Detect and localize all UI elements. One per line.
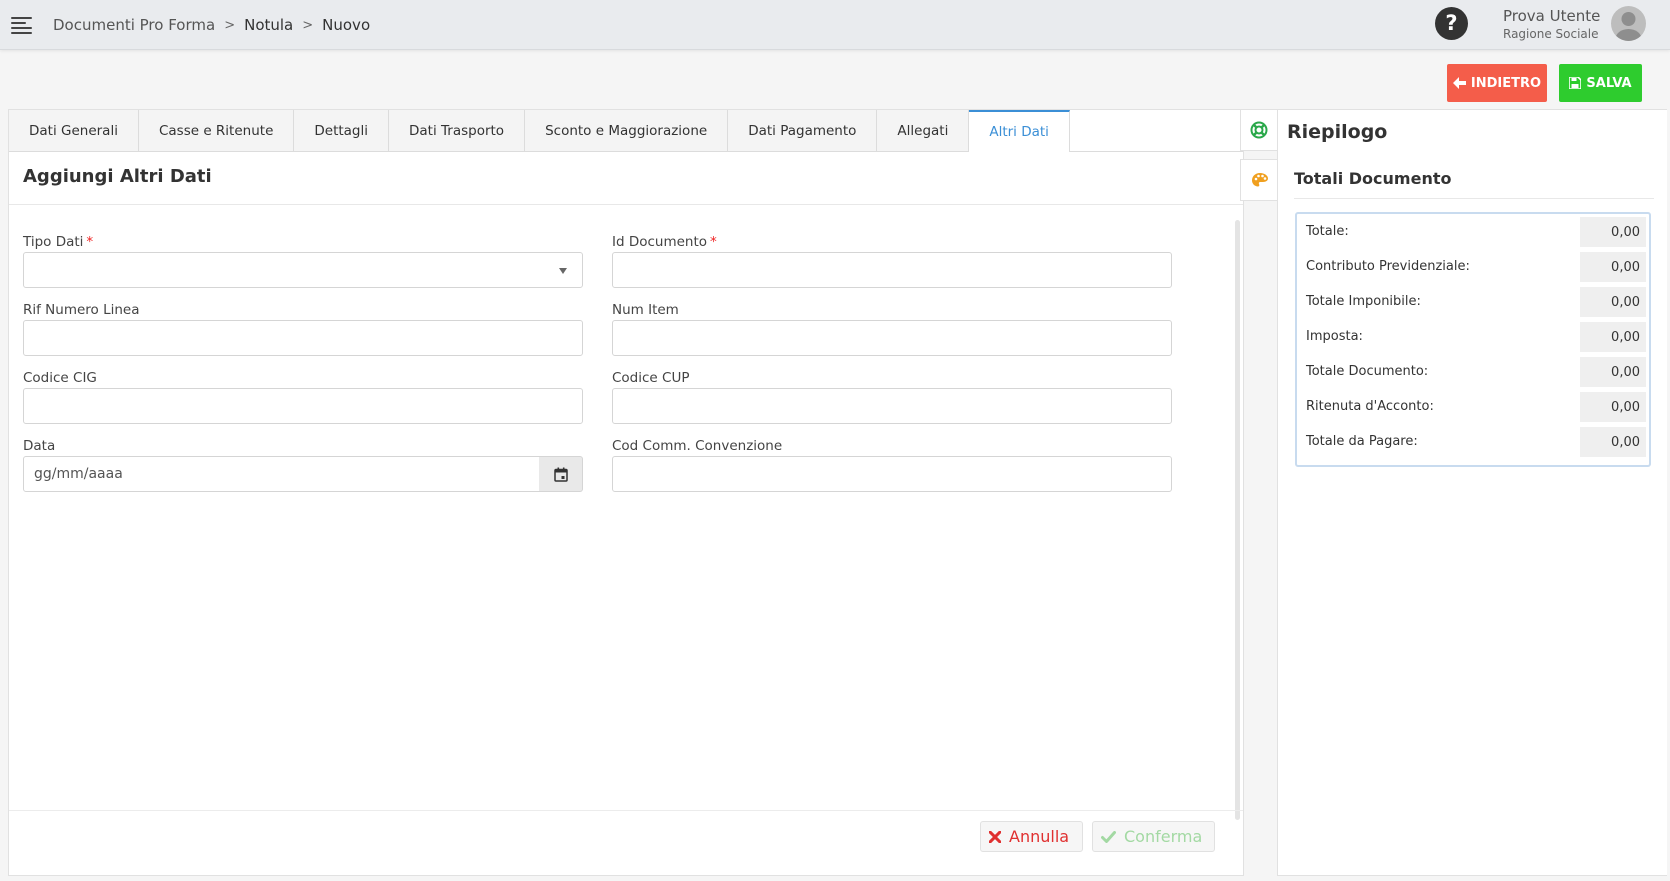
- totals-row-totale-documento: Totale Documento: 0,00: [1297, 354, 1649, 388]
- totals-row-label: Totale da Pagare:: [1306, 434, 1418, 449]
- tipo-dati-label: Tipo Dati *: [23, 234, 93, 250]
- breadcrumb-item-documenti[interactable]: Documenti Pro Forma: [53, 16, 215, 34]
- rif-numero-linea-label: Rif Numero Linea: [23, 302, 140, 318]
- user-name[interactable]: Prova Utente: [1503, 7, 1600, 25]
- totals-title: Totali Documento: [1294, 169, 1452, 188]
- side-tab-palette[interactable]: [1240, 159, 1278, 201]
- confirm-button-label: Conferma: [1124, 827, 1203, 846]
- totals-row-totale-da-pagare: Totale da Pagare: 0,00: [1297, 424, 1649, 458]
- tab-bar: Dati Generali Casse e Ritenute Dettagli …: [9, 110, 1243, 152]
- num-item-label: Num Item: [612, 302, 679, 318]
- hamburger-menu-icon[interactable]: [11, 17, 32, 34]
- totals-row-label: Totale Imponibile:: [1306, 294, 1421, 309]
- breadcrumb-chevron-icon: >: [302, 17, 314, 33]
- codice-cup-input[interactable]: [612, 388, 1172, 424]
- totals-row-totale-imponibile: Totale Imponibile: 0,00: [1297, 284, 1649, 318]
- top-bar: Documenti Pro Forma > Notula > Nuovo ? P…: [0, 0, 1670, 50]
- divider: [9, 810, 1243, 811]
- breadcrumb-item-notula[interactable]: Notula: [244, 16, 293, 34]
- arrow-left-icon: [1452, 77, 1466, 89]
- totals-row-contributo-previdenziale: Contributo Previdenziale: 0,00: [1297, 249, 1649, 283]
- totals-row-ritenuta-acconto: Ritenuta d'Acconto: 0,00: [1297, 389, 1649, 423]
- cancel-button[interactable]: Annulla: [980, 821, 1083, 852]
- calendar-icon: [553, 467, 568, 482]
- breadcrumb: Documenti Pro Forma > Notula > Nuovo: [53, 16, 370, 34]
- side-tab-riepilogo[interactable]: [1240, 109, 1278, 151]
- tipo-dati-select[interactable]: [23, 252, 583, 288]
- divider: [1294, 198, 1654, 199]
- breadcrumb-chevron-icon: >: [224, 17, 236, 33]
- codice-cup-label: Codice CUP: [612, 370, 690, 386]
- lifebuoy-icon: [1250, 121, 1268, 139]
- divider: [9, 204, 1243, 205]
- cancel-button-label: Annulla: [1009, 827, 1070, 846]
- required-marker: *: [710, 234, 717, 250]
- back-button[interactable]: INDIETRO: [1447, 64, 1547, 102]
- tab-dati-pagamento[interactable]: Dati Pagamento: [728, 110, 878, 151]
- summary-title: Riepilogo: [1287, 121, 1388, 143]
- codice-cig-label: Codice CIG: [23, 370, 97, 386]
- tab-casse-e-ritenute[interactable]: Casse e Ritenute: [138, 110, 295, 151]
- save-button[interactable]: SALVA: [1559, 64, 1642, 102]
- main-panel: Dati Generali Casse e Ritenute Dettagli …: [8, 109, 1244, 876]
- palette-icon: [1251, 173, 1268, 187]
- check-icon: [1101, 830, 1116, 843]
- save-button-label: SALVA: [1586, 75, 1632, 91]
- tipo-dati-label-text: Tipo Dati: [23, 234, 84, 250]
- tab-dati-generali[interactable]: Dati Generali: [9, 110, 139, 151]
- num-item-input[interactable]: [612, 320, 1172, 356]
- totals-row-value: 0,00: [1580, 322, 1646, 352]
- summary-panel: Riepilogo Totali Documento Totale: 0,00 …: [1277, 109, 1667, 876]
- totals-row-label: Ritenuta d'Acconto:: [1306, 399, 1434, 414]
- totals-row-totale: Totale: 0,00: [1297, 214, 1649, 248]
- totals-row-value: 0,00: [1580, 287, 1646, 317]
- dropdown-arrow-icon[interactable]: [559, 268, 567, 274]
- id-documento-label-text: Id Documento: [612, 234, 708, 250]
- user-company: Ragione Sociale: [1503, 27, 1599, 41]
- totals-row-label: Contributo Previdenziale:: [1306, 259, 1470, 274]
- cod-comm-convenzione-label: Cod Comm. Convenzione: [612, 438, 783, 454]
- tab-dati-trasporto[interactable]: Dati Trasporto: [389, 110, 526, 151]
- totals-row-label: Totale Documento:: [1306, 364, 1429, 379]
- id-documento-label: Id Documento *: [612, 234, 717, 250]
- cod-comm-convenzione-input[interactable]: [612, 456, 1172, 492]
- totals-row-imposta: Imposta: 0,00: [1297, 319, 1649, 353]
- totals-row-value: 0,00: [1580, 217, 1646, 247]
- date-input[interactable]: [23, 456, 540, 492]
- avatar[interactable]: [1611, 6, 1646, 41]
- totals-row-value: 0,00: [1580, 252, 1646, 282]
- scrollbar[interactable]: [1235, 220, 1240, 820]
- back-button-label: INDIETRO: [1470, 75, 1542, 91]
- required-marker: *: [86, 234, 94, 250]
- id-documento-input[interactable]: [612, 252, 1172, 288]
- totals-row-label: Imposta:: [1306, 329, 1363, 344]
- data-label: Data: [23, 438, 56, 454]
- tab-dettagli[interactable]: Dettagli: [294, 110, 390, 151]
- tab-sconto-e-maggiorazione[interactable]: Sconto e Maggiorazione: [525, 110, 729, 151]
- tab-altri-dati[interactable]: Altri Dati: [969, 110, 1070, 152]
- floppy-disk-icon: [1569, 77, 1582, 89]
- user-avatar-icon: [1615, 12, 1642, 41]
- close-icon: [989, 830, 1001, 843]
- page-title: Aggiungi Altri Dati: [23, 166, 212, 187]
- confirm-button[interactable]: Conferma: [1092, 821, 1215, 852]
- codice-cig-input[interactable]: [23, 388, 583, 424]
- totals-table: Totale: 0,00 Contributo Previdenziale: 0…: [1295, 212, 1651, 467]
- calendar-button[interactable]: [539, 456, 583, 492]
- totals-row-value: 0,00: [1580, 357, 1646, 387]
- help-icon[interactable]: ?: [1435, 7, 1468, 40]
- totals-row-value: 0,00: [1580, 392, 1646, 422]
- tab-allegati[interactable]: Allegati: [877, 110, 970, 151]
- rif-numero-linea-input[interactable]: [23, 320, 583, 356]
- totals-row-label: Totale:: [1306, 224, 1349, 239]
- totals-row-value: 0,00: [1580, 427, 1646, 457]
- breadcrumb-item-nuovo: Nuovo: [322, 16, 371, 34]
